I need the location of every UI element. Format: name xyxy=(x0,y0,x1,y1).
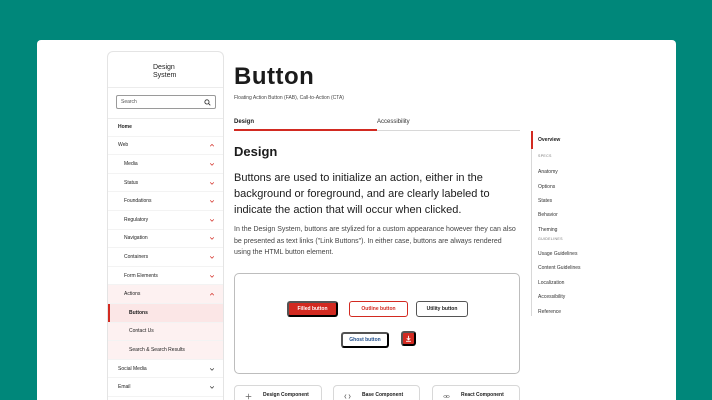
chevron-down-icon[interactable] xyxy=(209,273,215,279)
chevron-down-icon[interactable] xyxy=(209,254,215,260)
sidebar-item-label: Actions xyxy=(124,291,141,298)
sidebar-item-label: Navigation xyxy=(124,235,148,242)
sidebar-item-label: Web xyxy=(118,142,129,149)
sidebar-item-actions[interactable]: Actions xyxy=(108,285,223,304)
toc-usage-guidelines[interactable]: Usage Guidelines xyxy=(538,251,577,257)
toc-reference[interactable]: Reference xyxy=(538,309,561,315)
sidebar-item-media[interactable]: Media xyxy=(108,155,223,174)
toc-overview[interactable]: Overview xyxy=(538,137,560,143)
lead-paragraph: Buttons are used to initialize an action… xyxy=(234,172,490,216)
sidebar-item-web[interactable]: Web xyxy=(108,137,223,156)
sidebar-item-social-media[interactable]: Social Media xyxy=(108,360,223,379)
sidebar-item-label: Social Media xyxy=(118,365,147,372)
sidebar-item-navigation[interactable]: Navigation xyxy=(108,230,223,249)
logo-line-1: Design xyxy=(153,64,175,71)
sidebar-item-regulatory[interactable]: Regulatory xyxy=(108,211,223,230)
sidebar-item-contact-us[interactable]: Contact Us xyxy=(108,322,223,342)
page-toc: Overview SPECS GUIDELINES Anatomy Options… xyxy=(531,131,631,316)
ghost-button[interactable]: Ghost button xyxy=(341,332,389,348)
sidebar-item-label: Home xyxy=(118,123,132,130)
sidebar-item-home[interactable]: Home xyxy=(108,118,223,137)
main-content: Button Floating Action Button (FAB), Cal… xyxy=(234,40,521,400)
toc-specs-heading: SPECS xyxy=(538,154,552,158)
card-label: React Component xyxy=(461,392,504,398)
chevron-down-icon[interactable] xyxy=(209,180,215,186)
chevron-down-icon[interactable] xyxy=(209,366,215,372)
page-title: Button xyxy=(234,63,315,90)
card-label: Base Component xyxy=(362,392,404,398)
sidebar-nav: Home Web Media Status Foundations Regulatory N… xyxy=(108,118,223,397)
sidebar-item-email[interactable]: Email xyxy=(108,378,223,397)
toc-content-guidelines[interactable]: Content Guidelines xyxy=(538,265,581,271)
sidebar: Design System Search Home Web Media Status F… xyxy=(107,51,224,400)
utility-button[interactable]: Utility button xyxy=(416,301,468,317)
sidebar-item-search-search-results[interactable]: Search & Search Results xyxy=(108,341,223,360)
tab-design[interactable]: Design xyxy=(234,119,254,125)
chevron-up-icon[interactable] xyxy=(209,291,215,297)
react-icon xyxy=(443,395,450,398)
sidebar-item-label: Email xyxy=(118,384,131,391)
figma-icon xyxy=(245,393,252,400)
search-icon[interactable] xyxy=(204,98,211,106)
download-icon xyxy=(406,335,411,342)
sidebar-item-foundations[interactable]: Foundations xyxy=(108,192,223,211)
toc-guidelines-heading: GUIDELINES xyxy=(538,237,563,241)
toc-active-indicator xyxy=(531,131,533,149)
sidebar-item-label: Contact Us xyxy=(129,328,154,335)
component-cards: Design Component Base Component React Co… xyxy=(234,385,521,400)
search-input[interactable]: Search xyxy=(116,95,216,109)
card-label: Design Component xyxy=(263,392,309,398)
tab-bar: Design Accessibility xyxy=(234,117,520,131)
divider xyxy=(108,87,223,88)
sidebar-item-label: Containers xyxy=(124,253,149,260)
sidebar-item-label: Form Elements xyxy=(124,272,158,279)
card-base-component[interactable]: Base Component xyxy=(333,385,420,400)
active-tab-indicator xyxy=(234,129,377,131)
filled-button[interactable]: Filled button xyxy=(287,301,338,317)
body-paragraph: In the Design System, buttons are styliz… xyxy=(234,226,516,256)
chevron-down-icon[interactable] xyxy=(209,235,215,241)
toc-states[interactable]: States xyxy=(538,198,552,204)
card-react-component[interactable]: React Component xyxy=(432,385,520,400)
search-placeholder: Search xyxy=(121,99,137,105)
sidebar-item-containers[interactable]: Containers xyxy=(108,248,223,267)
sidebar-item-form-elements[interactable]: Form Elements xyxy=(108,267,223,286)
sidebar-item-status[interactable]: Status xyxy=(108,174,223,193)
app-window: Design System Search Home Web Media Status F… xyxy=(37,40,676,400)
card-design-component[interactable]: Design Component xyxy=(234,385,322,400)
icon-button[interactable] xyxy=(401,331,416,346)
logo[interactable]: Design System xyxy=(153,64,176,80)
toc-localization[interactable]: Localization xyxy=(538,280,564,286)
toc-options[interactable]: Options xyxy=(538,184,555,190)
chevron-up-icon[interactable] xyxy=(209,142,215,148)
toc-theming[interactable]: Theming xyxy=(538,227,557,233)
sidebar-item-buttons[interactable]: Buttons xyxy=(108,303,223,323)
toc-behavior[interactable]: Behavior xyxy=(538,212,558,218)
section-heading: Design xyxy=(234,144,278,159)
toc-anatomy[interactable]: Anatomy xyxy=(538,169,558,175)
sidebar-item-label: Search & Search Results xyxy=(129,346,185,353)
toc-accessibility[interactable]: Accessibility xyxy=(538,294,565,300)
logo-line-2: System xyxy=(153,72,177,79)
button-demo-panel: Filled button Outline button Utility but… xyxy=(234,273,520,374)
outline-button[interactable]: Outline button xyxy=(349,301,408,317)
chevron-down-icon[interactable] xyxy=(209,161,215,167)
tab-accessibility[interactable]: Accessibility xyxy=(377,119,410,125)
sidebar-item-label: Buttons xyxy=(129,309,148,316)
page-subtitle: Floating Action Button (FAB), Call-to-Ac… xyxy=(234,95,344,101)
chevron-down-icon[interactable] xyxy=(209,384,215,390)
sidebar-item-label: Regulatory xyxy=(124,216,149,223)
sidebar-item-label: Foundations xyxy=(124,198,152,205)
sidebar-item-label: Status xyxy=(124,179,139,186)
sidebar-item-label: Media xyxy=(124,160,138,167)
chevron-down-icon[interactable] xyxy=(209,217,215,223)
chevron-down-icon[interactable] xyxy=(209,198,215,204)
code-icon xyxy=(344,394,351,399)
